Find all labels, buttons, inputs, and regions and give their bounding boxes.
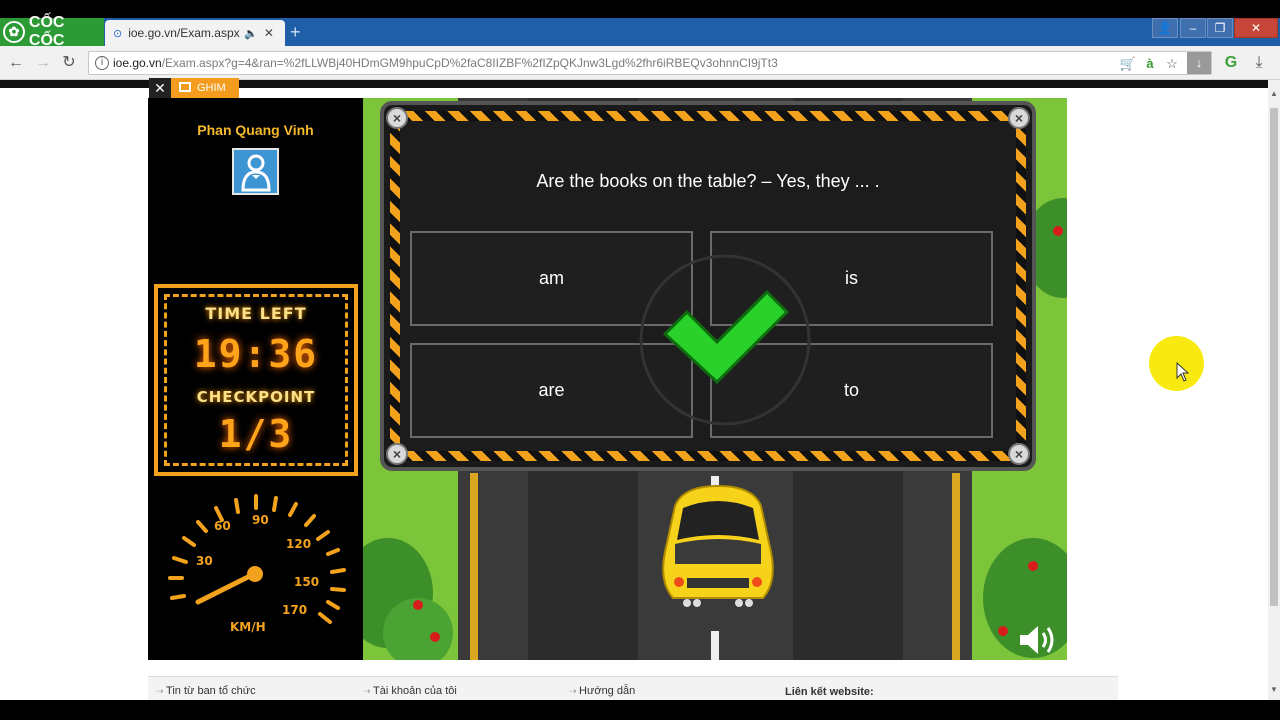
apple-decoration xyxy=(1053,226,1063,236)
scroll-down-icon[interactable]: ▼ xyxy=(1270,686,1278,694)
url-host: ioe.go.vn xyxy=(113,56,162,70)
user-avatar-icon xyxy=(240,154,271,191)
apple-decoration xyxy=(413,600,423,610)
coccoc-menu-button[interactable]: ✿ CỐC CỐC xyxy=(0,14,104,49)
maximize-button[interactable]: ❐ xyxy=(1207,18,1233,38)
speed-tick-150: 150 xyxy=(294,575,319,589)
reload-icon[interactable]: ↻ xyxy=(59,53,79,73)
board-bolt-icon: × xyxy=(386,443,408,465)
footer-links-heading: Liên kết website: xyxy=(785,686,874,698)
question-text: Are the books on the table? – Yes, they … xyxy=(536,171,880,191)
navigation-bar: ← → ↻ i ioe.go.vn/Exam.aspx?g=4&ran=%2fL… xyxy=(0,46,1280,80)
apple-decoration xyxy=(1028,561,1038,571)
grammarly-icon[interactable]: G xyxy=(1221,53,1241,73)
address-bar[interactable]: i ioe.go.vn/Exam.aspx?g=4&ran=%2fLLWBj40… xyxy=(88,51,1212,75)
player-sidebar: Phan Quang Vinh TIME LEFT 19:36 CHECKPOI… xyxy=(148,98,363,660)
speed-unit-label: KM/H xyxy=(230,620,266,634)
tab-active[interactable]: ⊙ ioe.go.vn/Exam.aspx?g 🔈 ✕ xyxy=(105,20,285,46)
tab-bar: ✿ CỐC CỐC ⊙ ioe.go.vn/Exam.aspx?g 🔈 ✕ + … xyxy=(0,14,1280,49)
ghim-button[interactable]: GHIM xyxy=(171,78,239,98)
board-bolt-icon: × xyxy=(1008,443,1030,465)
tab-close-icon[interactable]: ✕ xyxy=(264,26,274,40)
avatar xyxy=(232,148,279,195)
speed-tick-60: 60 xyxy=(214,519,231,533)
new-tab-button[interactable]: + xyxy=(290,23,310,41)
apple-decoration xyxy=(998,626,1008,636)
bookmark-star-icon[interactable]: ☆ xyxy=(1163,55,1181,73)
media-download-icon[interactable]: ↓ xyxy=(1187,52,1211,74)
speed-needle xyxy=(195,571,257,605)
screen-bottom-strip xyxy=(0,700,1280,720)
mouse-cursor-icon xyxy=(1176,362,1190,382)
needle-hub xyxy=(247,566,263,582)
timer-panel: TIME LEFT 19:36 CHECKPOINT 1/3 xyxy=(154,284,358,476)
site-favicon-icon: ⊙ xyxy=(113,27,123,40)
back-arrow-icon[interactable]: ← xyxy=(6,53,26,73)
speed-tick-30: 30 xyxy=(196,554,213,568)
speed-tick-170: 170 xyxy=(282,603,307,617)
screen-top-strip xyxy=(0,0,1280,18)
window-close-button[interactable]: ✕ xyxy=(1234,18,1278,38)
apple-decoration xyxy=(430,632,440,642)
speed-tick-120: 120 xyxy=(286,537,311,551)
correct-check-icon xyxy=(639,254,811,426)
downloads-icon[interactable]: ⤓ xyxy=(1249,53,1269,73)
tab-audio-icon[interactable]: 🔈 xyxy=(244,27,258,40)
page-scrollbar[interactable]: ▲ ▼ xyxy=(1268,80,1280,700)
footer-link-guide[interactable]: Hướng dẫn xyxy=(569,685,635,697)
board-bolt-icon: × xyxy=(386,107,408,129)
browser-window: { "browser": { "brand": "CỐC CỐC", "tab_… xyxy=(0,0,1280,720)
player-name: Phan Quang Vinh xyxy=(197,122,314,138)
forward-arrow-icon[interactable]: → xyxy=(33,53,53,73)
road-edge-stripe xyxy=(470,473,478,660)
translate-icon[interactable]: à xyxy=(1141,55,1159,73)
time-left-label: TIME LEFT xyxy=(205,304,307,323)
minimize-button[interactable]: – xyxy=(1180,18,1206,38)
question-board: Are the books on the table? – Yes, they … xyxy=(380,101,1036,471)
road-center-dash xyxy=(711,631,719,660)
sound-speaker-icon[interactable] xyxy=(1018,623,1058,657)
url-text[interactable]: ioe.go.vn/Exam.aspx?g=4&ran=%2fLLWBj40HD… xyxy=(113,56,778,70)
tab-title: ioe.go.vn/Exam.aspx?g xyxy=(128,26,240,40)
game-canvas[interactable]: Are the books on the table? – Yes, they … xyxy=(363,98,1067,660)
profile-button[interactable]: 👤 xyxy=(1152,18,1178,38)
question-panel: Are the books on the table? – Yes, they … xyxy=(400,121,1016,451)
url-path: /Exam.aspx?g=4&ran=%2fLLWBj40HDmGM9hpuCp… xyxy=(161,56,778,70)
footer-link-account[interactable]: Tài khoản của tôi xyxy=(363,685,457,697)
pin-icon xyxy=(179,82,191,92)
road-edge-stripe xyxy=(952,473,960,660)
site-info-icon[interactable]: i xyxy=(95,56,109,70)
speedometer: 30 60 90 120 150 170 KM/H xyxy=(168,494,346,634)
speed-tick-90: 90 xyxy=(252,513,269,527)
board-bolt-icon: × xyxy=(1008,107,1030,129)
shopping-cart-icon[interactable]: 🛒 xyxy=(1119,55,1137,73)
scroll-up-icon[interactable]: ▲ xyxy=(1270,90,1278,98)
player-car xyxy=(662,484,774,607)
time-left-value: 19:36 xyxy=(193,332,319,376)
coccoc-logo-icon: ✿ xyxy=(3,21,25,43)
brand-name: CỐC CỐC xyxy=(28,14,65,49)
checkpoint-value: 1/3 xyxy=(218,412,294,456)
ghim-label: GHIM xyxy=(197,82,226,94)
checkpoint-label: CHECKPOINT xyxy=(196,388,316,406)
footer-link-news[interactable]: Tin từ ban tổ chức xyxy=(156,685,256,697)
ghim-close-icon[interactable]: ✕ xyxy=(149,78,171,98)
page-footer: Tin từ ban tổ chức Tài khoản của tôi Hướ… xyxy=(148,676,1118,700)
scrollbar-thumb[interactable] xyxy=(1270,108,1278,606)
